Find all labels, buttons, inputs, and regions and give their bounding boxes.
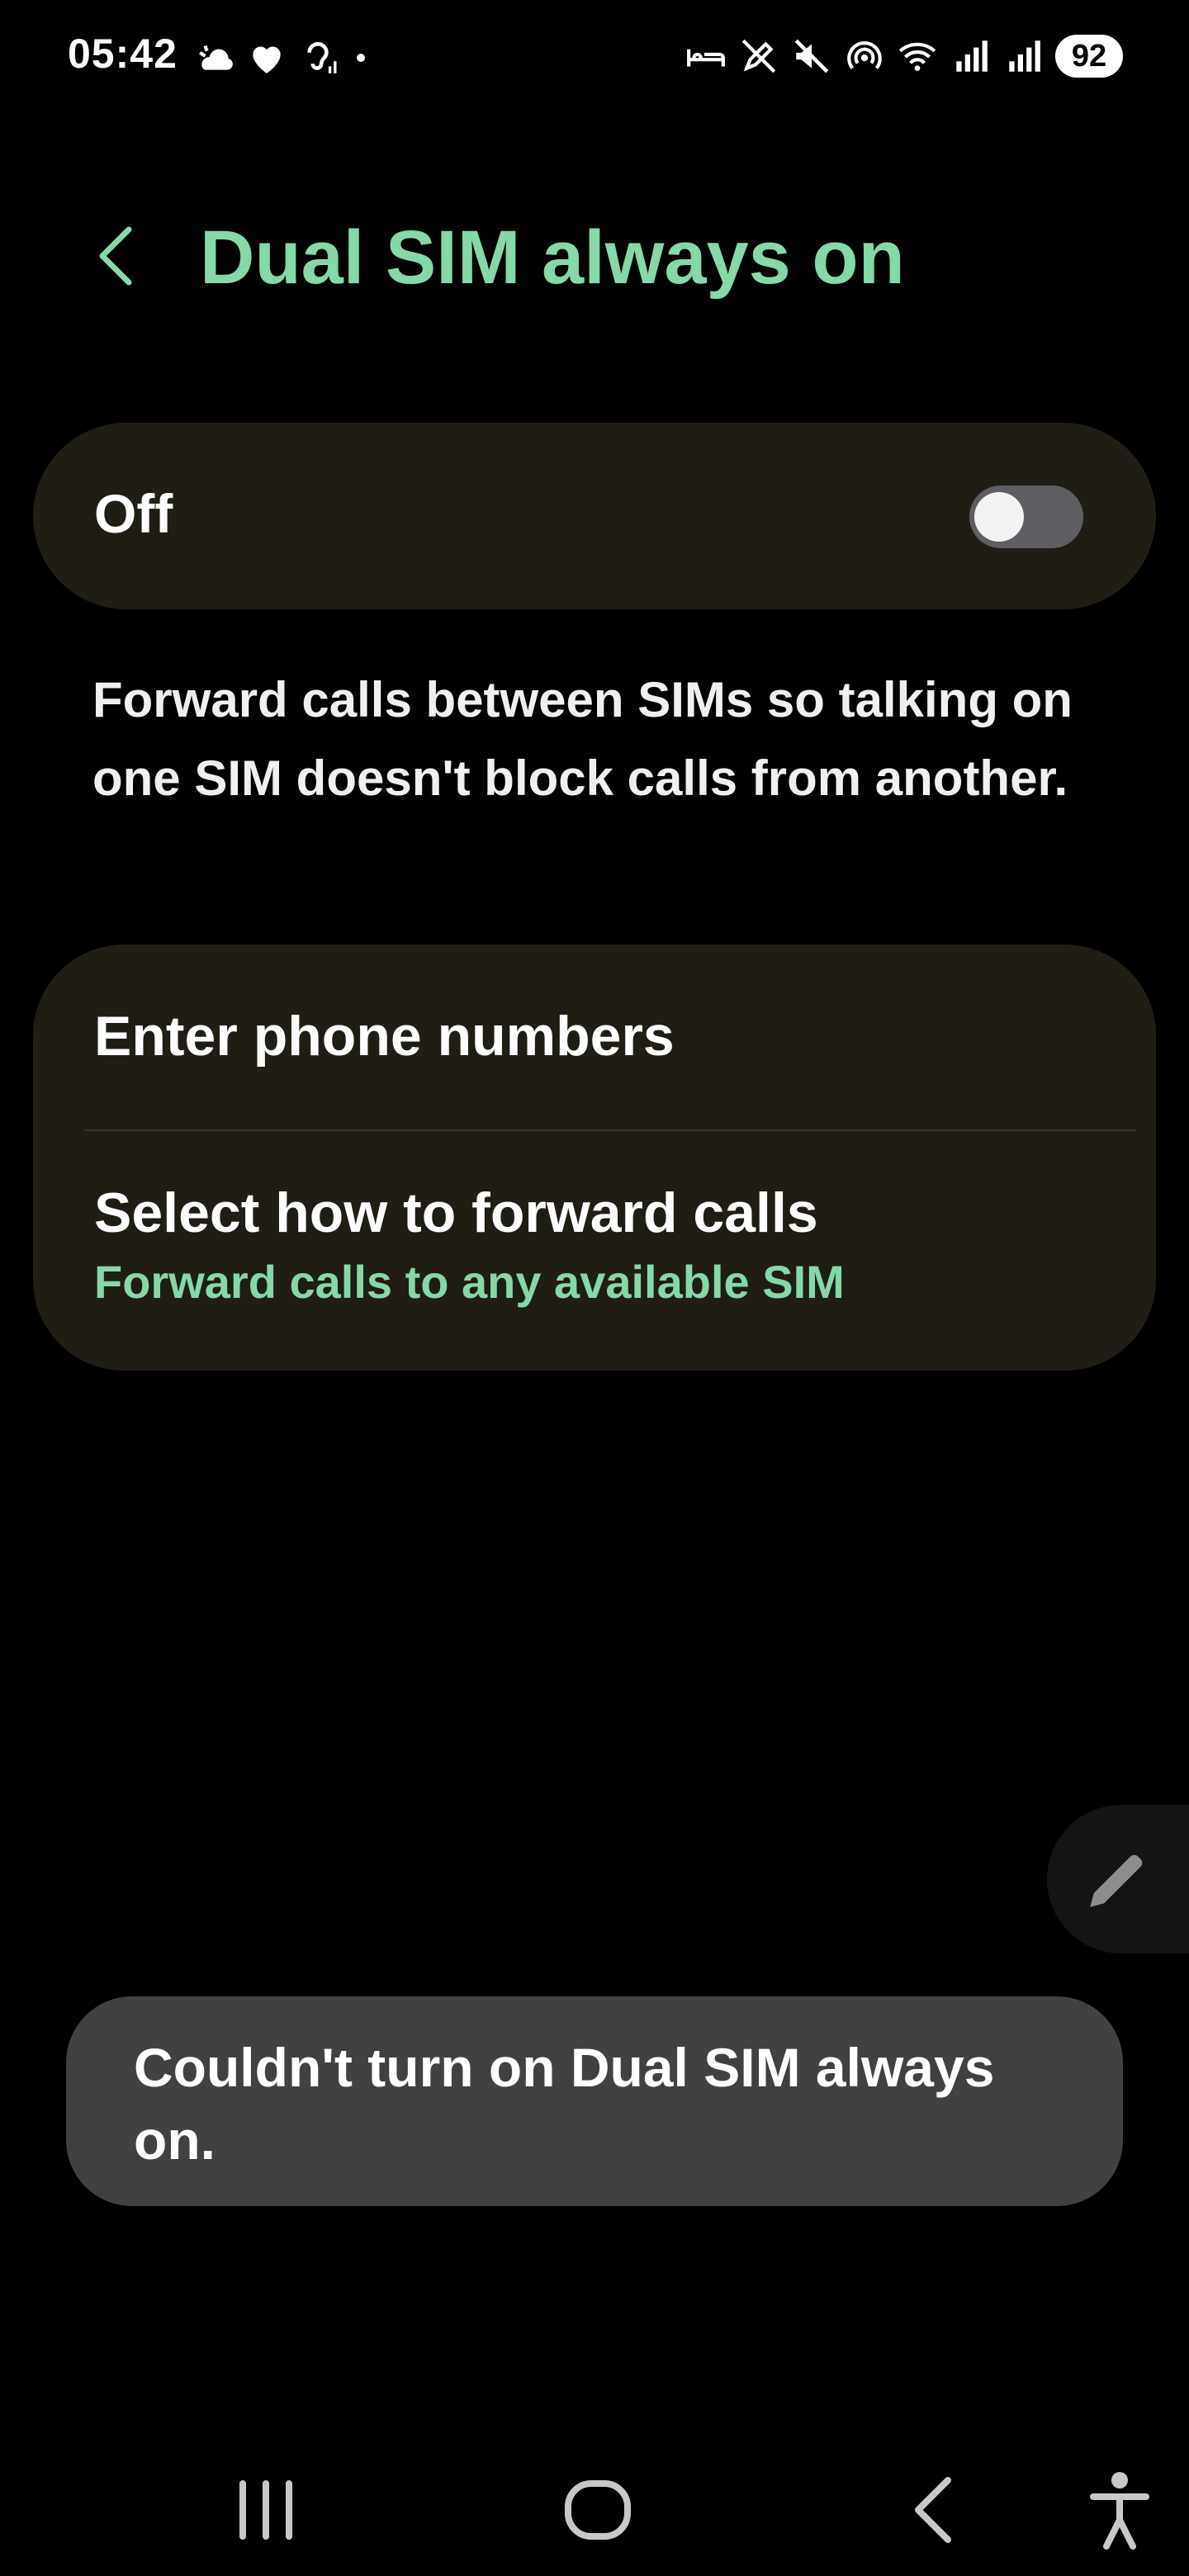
app-header: Dual SIM always on [0, 182, 1189, 330]
dot-icon [348, 37, 373, 78]
option-title: Select how to forward calls [94, 1181, 818, 1244]
nav-back-button[interactable] [882, 2460, 981, 2559]
hearing-icon [297, 37, 339, 78]
option-title: Enter phone numbers [94, 1005, 675, 1068]
options-card: Enter phone numbers Select how to forwar… [33, 945, 1156, 1371]
master-switch[interactable] [969, 485, 1083, 548]
signal-sim1-icon [950, 36, 991, 77]
weather-icon [195, 37, 236, 78]
recents-button[interactable] [216, 2460, 315, 2559]
pencil-icon [1090, 1854, 1143, 1907]
page-title: Dual SIM always on [200, 215, 905, 300]
home-icon [565, 2480, 631, 2540]
pen-off-icon [738, 36, 779, 77]
signal-sim2-icon [1002, 36, 1044, 77]
hotspot-icon [844, 36, 885, 77]
chevron-left-icon [99, 226, 132, 286]
sleep-mode-icon [685, 36, 727, 77]
status-bar: 05:42 92 [0, 0, 1189, 116]
back-button[interactable] [83, 215, 149, 297]
back-icon [915, 2477, 951, 2543]
home-button[interactable] [548, 2460, 647, 2559]
toast-text: Couldn't turn on Dual SIM always on. [134, 2037, 995, 2171]
master-toggle-card[interactable]: Off [33, 423, 1156, 609]
master-toggle-label: Off [94, 483, 173, 544]
wifi-icon [897, 36, 938, 77]
heart-icon [246, 37, 287, 78]
status-time: 05:42 [68, 31, 178, 77]
toast-message: Couldn't turn on Dual SIM always on. [66, 1996, 1123, 2206]
option-subtitle: Forward calls to any available SIM [94, 1256, 845, 1308]
edit-button[interactable] [1047, 1805, 1189, 1953]
mute-icon [791, 36, 832, 77]
status-notification-icons [195, 35, 373, 81]
feature-description: Forward calls between SIMs so talking on… [92, 672, 1073, 806]
forward-calls-method-item[interactable]: Select how to forward calls Forward call… [33, 1131, 1156, 1371]
accessibility-button[interactable] [1070, 2460, 1169, 2559]
status-system-icons: 92 [685, 31, 1123, 81]
recents-icon [239, 2480, 292, 2540]
accessibility-icon [1090, 2472, 1149, 2550]
navigation-bar [0, 2394, 1189, 2576]
enter-phone-numbers-item[interactable]: Enter phone numbers [33, 945, 1156, 1129]
battery-level: 92 [1055, 35, 1123, 78]
switch-knob [974, 492, 1024, 542]
